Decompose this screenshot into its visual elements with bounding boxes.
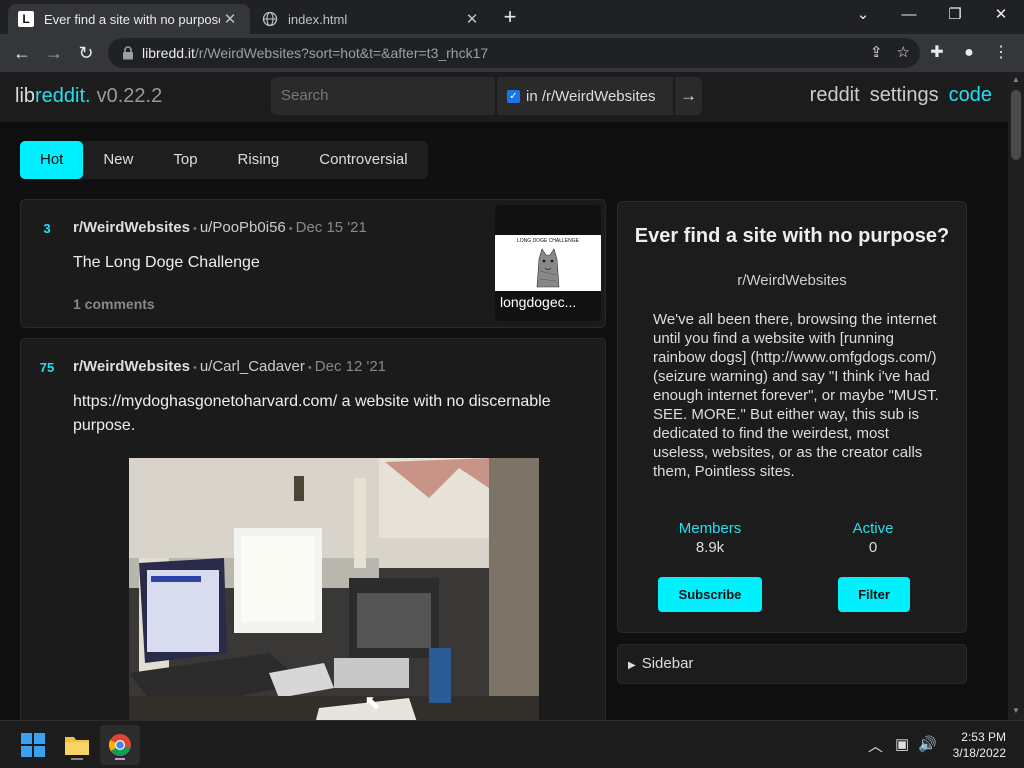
bookmark-star-icon[interactable]: ☆ (897, 43, 910, 61)
post-subreddit[interactable]: r/WeirdWebsites (73, 219, 190, 236)
tab-title: Ever find a site with no purpose? (44, 11, 220, 27)
active-label: Active (852, 520, 894, 537)
system-clock[interactable]: 2:53 PM 3/18/2022 (953, 729, 1006, 761)
post-title[interactable]: The Long Doge Challenge (73, 251, 260, 275)
restore-button[interactable]: ❐ (932, 0, 978, 32)
disclosure-triangle-icon: ▶ (628, 660, 636, 671)
desk-photo (129, 458, 539, 720)
checkbox-checked-icon[interactable]: ✓ (507, 89, 520, 103)
sort-tab-rising[interactable]: Rising (218, 141, 300, 179)
post-card: 75 r/WeirdWebsites • u/Carl_Cadaver • Dec 12… (20, 338, 606, 720)
nav-links: reddit settings code (810, 84, 992, 107)
sort-tab-top[interactable]: Top (153, 141, 217, 179)
network-icon[interactable]: ▣ (895, 735, 909, 753)
page-viewport: libreddit. v0.22.2 Search ✓ in /r/WeirdWe… (0, 72, 1008, 720)
scroll-up-arrow-icon[interactable]: ▲ (1011, 75, 1021, 87)
post-subreddit[interactable]: r/WeirdWebsites (73, 358, 190, 375)
active-value: 0 (868, 539, 878, 556)
address-bar[interactable]: libredd.it/r/WeirdWebsites?sort=hot&t=&a… (108, 38, 920, 68)
members-value: 8.9k (695, 539, 725, 556)
browser-toolbar: ← → ↻ libredd.it/r/WeirdWebsites?sort=ho… (0, 34, 1024, 72)
post-meta: r/WeirdWebsites • u/Carl_Cadaver • Dec 12 '2… (73, 358, 387, 375)
subreddit-description: We've all been there, browsing the inter… (653, 311, 939, 480)
windows-taskbar: ︿ ▣ 🔊 2:53 PM 3/18/2022 (0, 720, 1024, 768)
subreddit-title: Ever find a site with no purpose? (634, 225, 950, 247)
url-path: /r/WeirdWebsites?sort=hot&t=&after=t3_rh… (194, 45, 489, 61)
sort-tab-hot[interactable]: Hot (20, 141, 84, 179)
libreddit-nav: libreddit. v0.22.2 Search ✓ in /r/WeirdWe… (0, 72, 1008, 122)
reload-button[interactable]: ↻ (72, 40, 100, 66)
show-hidden-icons-chevron-icon[interactable]: ︿ (868, 735, 883, 756)
windows-start-icon[interactable] (17, 729, 49, 761)
sidebar-toggle[interactable]: ▶ Sidebar (617, 644, 967, 684)
doge-thumbnail-image: LONG DOGE CHALLENGE (495, 235, 601, 291)
post-date: Dec 15 '21 (295, 219, 367, 236)
file-explorer-icon[interactable] (61, 729, 93, 761)
scroll-thumb[interactable] (1011, 90, 1021, 160)
minimize-button[interactable]: — (886, 0, 932, 32)
sort-tabs: Hot New Top Rising Controversial (20, 141, 428, 179)
thumbnail-caption: LONG DOGE CHALLENGE (517, 238, 579, 244)
post-card: 3 r/WeirdWebsites • u/PooPb0i56 • Dec 15 '21… (20, 199, 606, 328)
brand-logo[interactable]: libreddit. v0.22.2 (15, 85, 162, 108)
forward-button[interactable]: → (40, 40, 68, 66)
close-tab-icon[interactable]: ✕ (462, 10, 482, 28)
menu-kebab-icon[interactable]: ⋮ (988, 40, 1014, 66)
subscribe-button[interactable]: Subscribe (658, 577, 762, 612)
browser-tab-inactive[interactable]: index.html ✕ (252, 4, 492, 34)
thumbnail-label: longdogec... (500, 294, 577, 310)
new-tab-button[interactable]: + (498, 4, 522, 30)
post-author[interactable]: u/Carl_Cadaver (200, 358, 305, 375)
sort-tab-new[interactable]: New (83, 141, 153, 179)
members-label: Members (678, 520, 742, 537)
browser-tab-active[interactable]: L Ever find a site with no purpose? ✕ (8, 4, 250, 34)
page-scrollbar[interactable]: ▲ ▼ (1008, 72, 1024, 720)
extensions-puzzle-icon[interactable]: ✚ (924, 40, 950, 66)
volume-icon[interactable]: 🔊 (918, 735, 937, 753)
scroll-down-arrow-icon[interactable]: ▼ (1011, 706, 1021, 718)
tab-title: index.html (288, 11, 348, 27)
post-score: 3 (43, 221, 51, 236)
subreddit-name: r/WeirdWebsites (737, 272, 847, 289)
post-comments-link[interactable]: 1 comments (73, 296, 155, 312)
post-image[interactable]: ⬉ (129, 458, 539, 720)
restrict-subreddit-toggle[interactable]: ✓ in /r/WeirdWebsites (497, 77, 673, 115)
back-button[interactable]: ← (8, 40, 36, 66)
sidebar-label: Sidebar (641, 655, 694, 672)
search-input[interactable]: Search (271, 77, 495, 115)
chrome-icon[interactable] (104, 729, 136, 761)
post-thumbnail[interactable]: LONG DOGE CHALLENGE longdogec... (495, 205, 601, 321)
subreddit-about-panel: Ever find a site with no purpose? r/Weir… (617, 201, 967, 633)
globe-icon (262, 11, 278, 27)
share-icon[interactable]: ⇪ (870, 43, 883, 61)
search-submit-arrow-icon[interactable]: → (675, 77, 702, 115)
filter-button[interactable]: Filter (838, 577, 910, 612)
version: v0.22.2 (96, 85, 163, 107)
brand-lib: lib (15, 85, 36, 107)
nav-link-code[interactable]: code (949, 84, 992, 107)
lock-icon (123, 46, 133, 60)
nav-link-settings[interactable]: settings (870, 84, 939, 107)
close-tab-icon[interactable]: ✕ (220, 10, 240, 28)
browser-tab-strip: L Ever find a site with no purpose? ✕ in… (0, 0, 1024, 34)
close-window-button[interactable]: ✕ (978, 0, 1024, 32)
post-meta: r/WeirdWebsites • u/PooPb0i56 • Dec 15 '21 (73, 219, 367, 236)
tab-search-chevron-icon[interactable]: ⌄ (840, 0, 886, 32)
clock-date: 3/18/2022 (952, 746, 1006, 760)
post-score: 75 (39, 360, 55, 375)
sort-tab-controversial[interactable]: Controversial (299, 141, 427, 179)
libreddit-favicon-icon: L (18, 11, 34, 27)
post-date: Dec 12 '21 (314, 358, 387, 375)
nav-link-reddit[interactable]: reddit (810, 84, 860, 107)
restrict-label: in /r/WeirdWebsites (526, 87, 656, 105)
profile-avatar-icon[interactable]: ● (956, 40, 982, 66)
clock-time: 2:53 PM (961, 730, 1006, 744)
post-title[interactable]: https://mydoghasgonetoharvard.com/ a web… (73, 390, 603, 438)
brand-reddit: reddit. (35, 85, 91, 107)
url-host: libredd.it (142, 45, 195, 61)
mouse-cursor-icon: ⬉ (364, 692, 381, 714)
post-author[interactable]: u/PooPb0i56 (200, 219, 286, 236)
